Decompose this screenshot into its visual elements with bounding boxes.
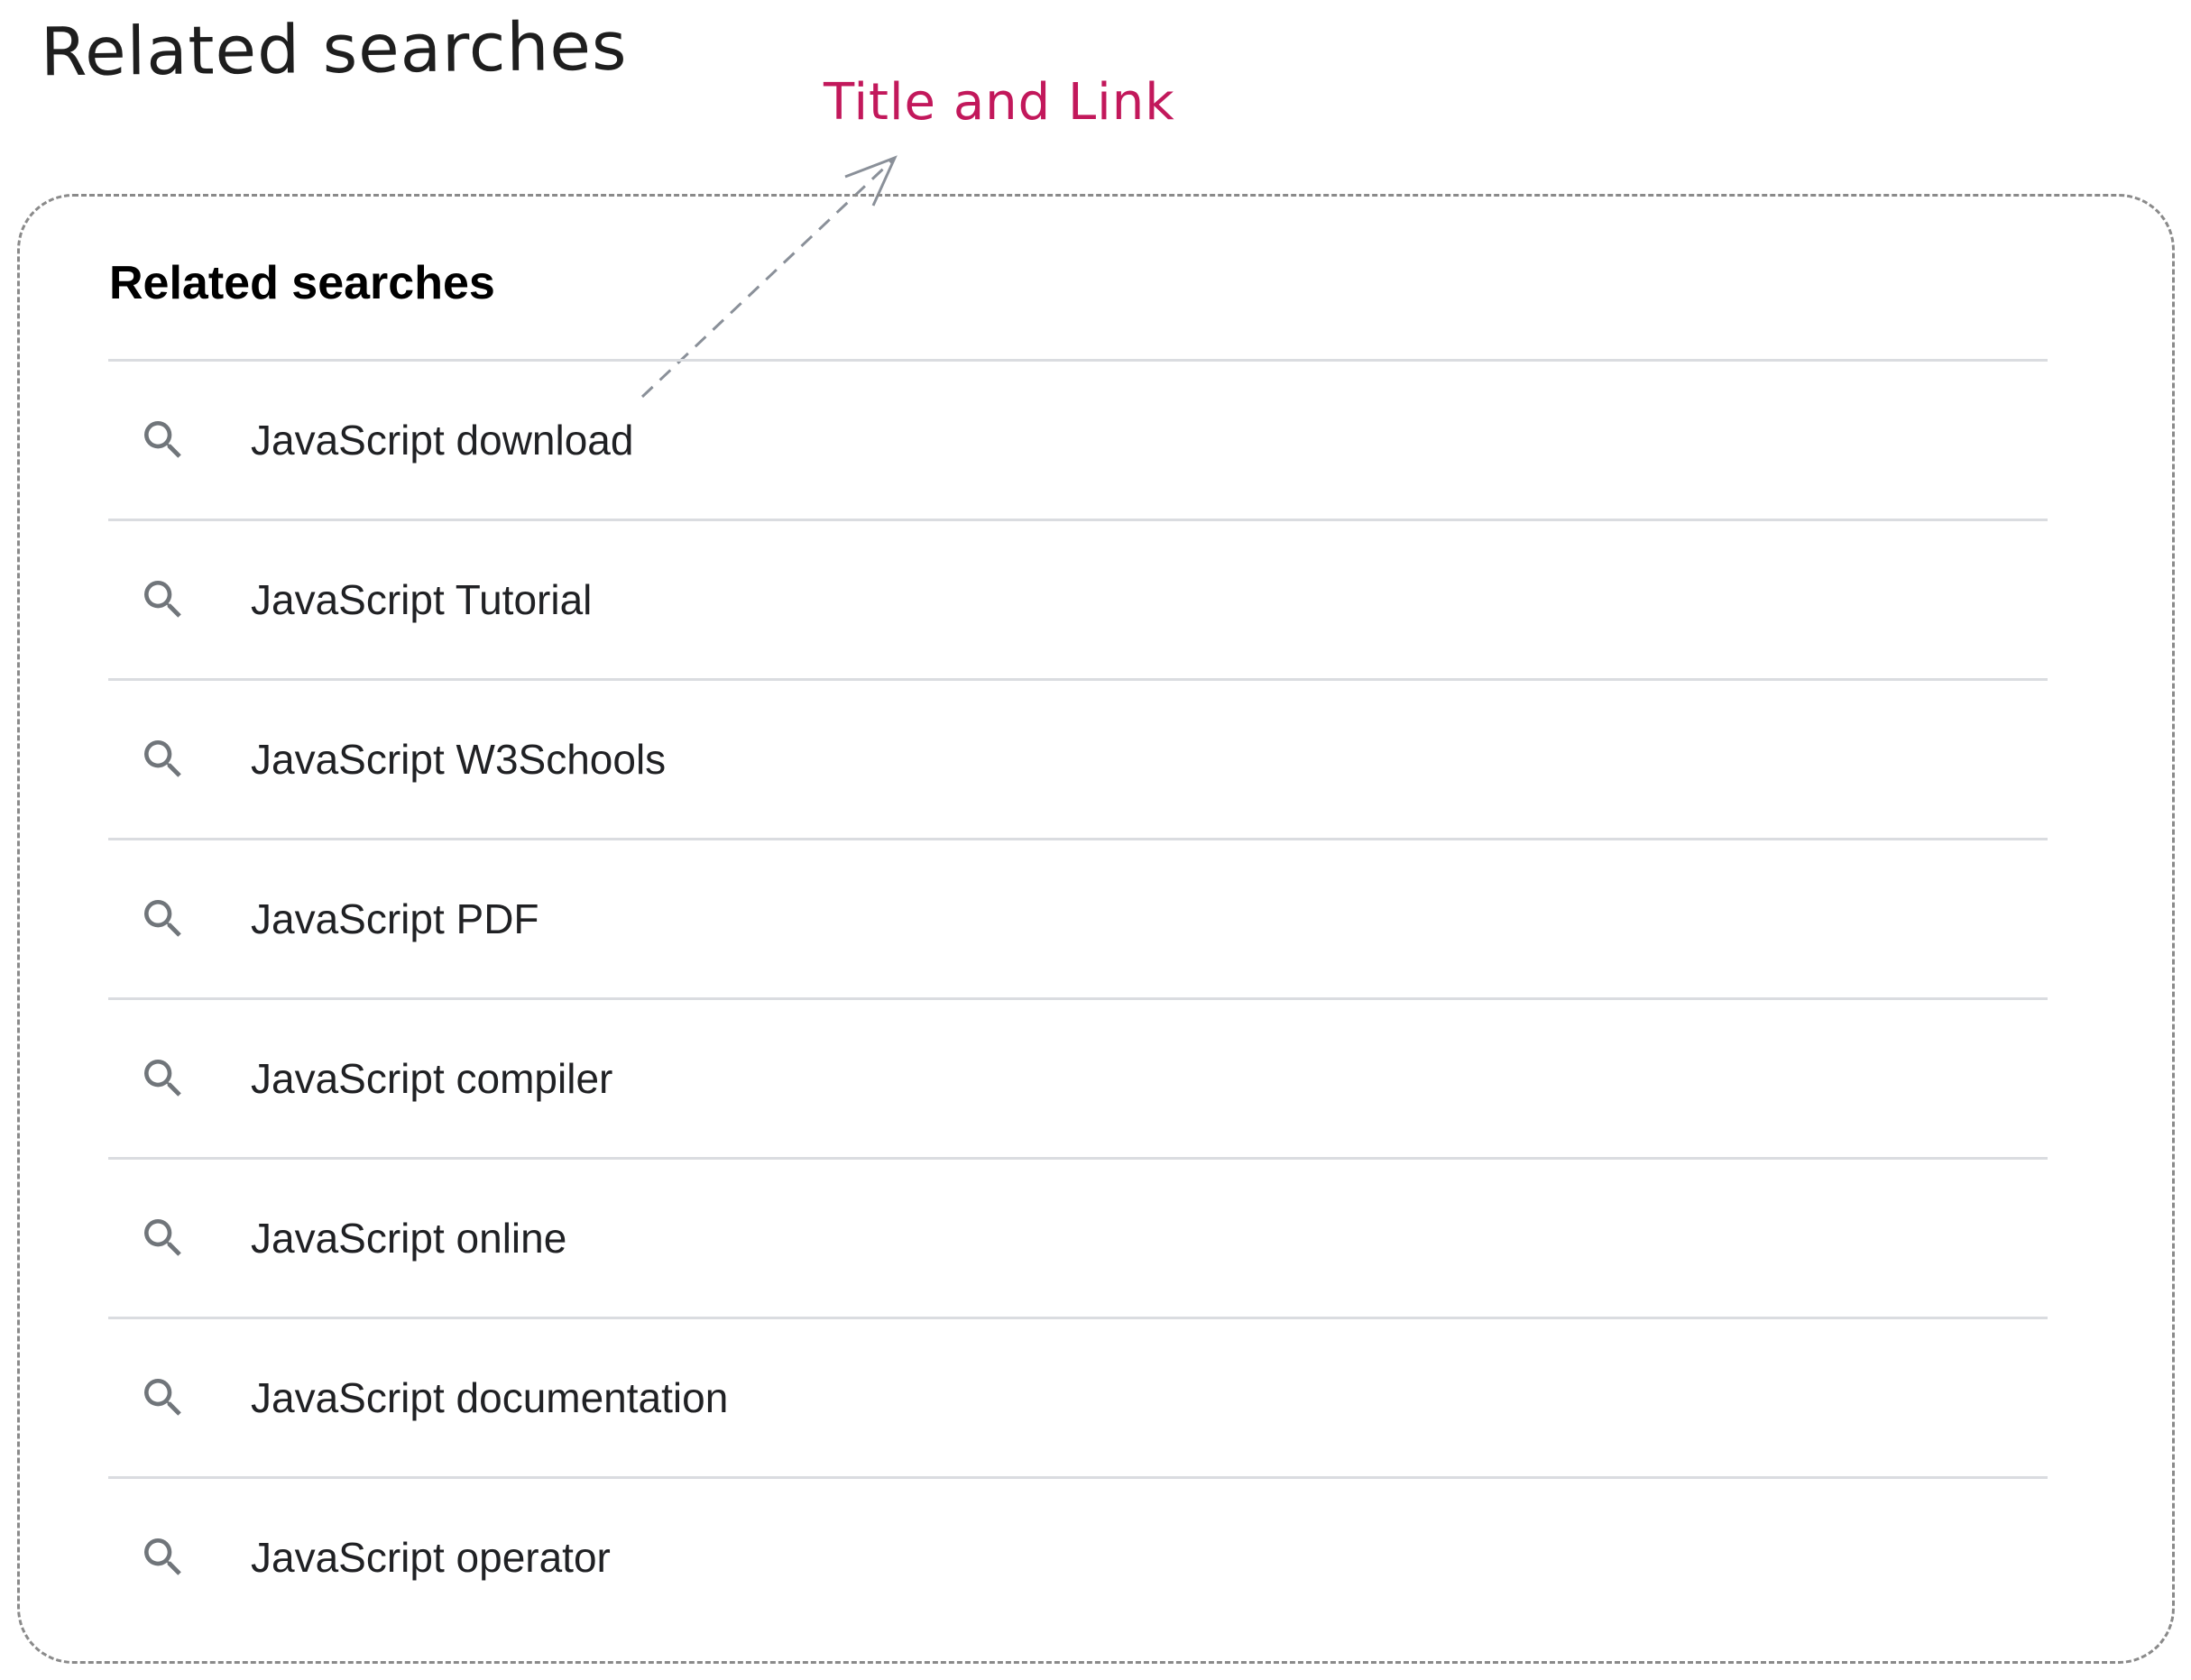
related-search-item[interactable]: JavaScript W3Schools (108, 678, 2048, 838)
search-icon (135, 412, 191, 468)
related-search-link[interactable]: JavaScript W3Schools (251, 739, 666, 780)
related-search-link[interactable]: JavaScript compiler (251, 1058, 612, 1099)
related-search-link[interactable]: JavaScript download (251, 419, 633, 461)
related-search-item[interactable]: JavaScript online (108, 1157, 2048, 1317)
related-search-item[interactable]: JavaScript documentation (108, 1317, 2048, 1476)
search-icon (135, 731, 191, 787)
related-search-link[interactable]: JavaScript Tutorial (251, 579, 592, 620)
search-icon (135, 1370, 191, 1426)
related-search-item[interactable]: JavaScript PDF (108, 838, 2048, 997)
related-search-link[interactable]: JavaScript operator (251, 1537, 611, 1578)
related-search-link[interactable]: JavaScript online (251, 1217, 566, 1259)
annotation-callout: Title and Link (824, 73, 1175, 132)
related-search-link[interactable]: JavaScript documentation (251, 1377, 728, 1418)
search-icon (135, 891, 191, 947)
related-search-item[interactable]: JavaScript download (108, 359, 2048, 519)
search-icon (135, 1529, 191, 1585)
related-search-item[interactable]: JavaScript compiler (108, 997, 2048, 1157)
search-icon (135, 1051, 191, 1106)
related-search-item[interactable]: JavaScript Tutorial (108, 519, 2048, 678)
related-search-item[interactable]: JavaScript operator (108, 1476, 2048, 1636)
search-icon (135, 1210, 191, 1266)
search-icon (135, 572, 191, 628)
related-searches-list: JavaScript download JavaScript Tutorial … (108, 359, 2048, 1636)
related-searches-heading: Related searches (109, 257, 495, 309)
related-search-link[interactable]: JavaScript PDF (251, 898, 539, 940)
annotation-title: Related searches (40, 7, 628, 92)
